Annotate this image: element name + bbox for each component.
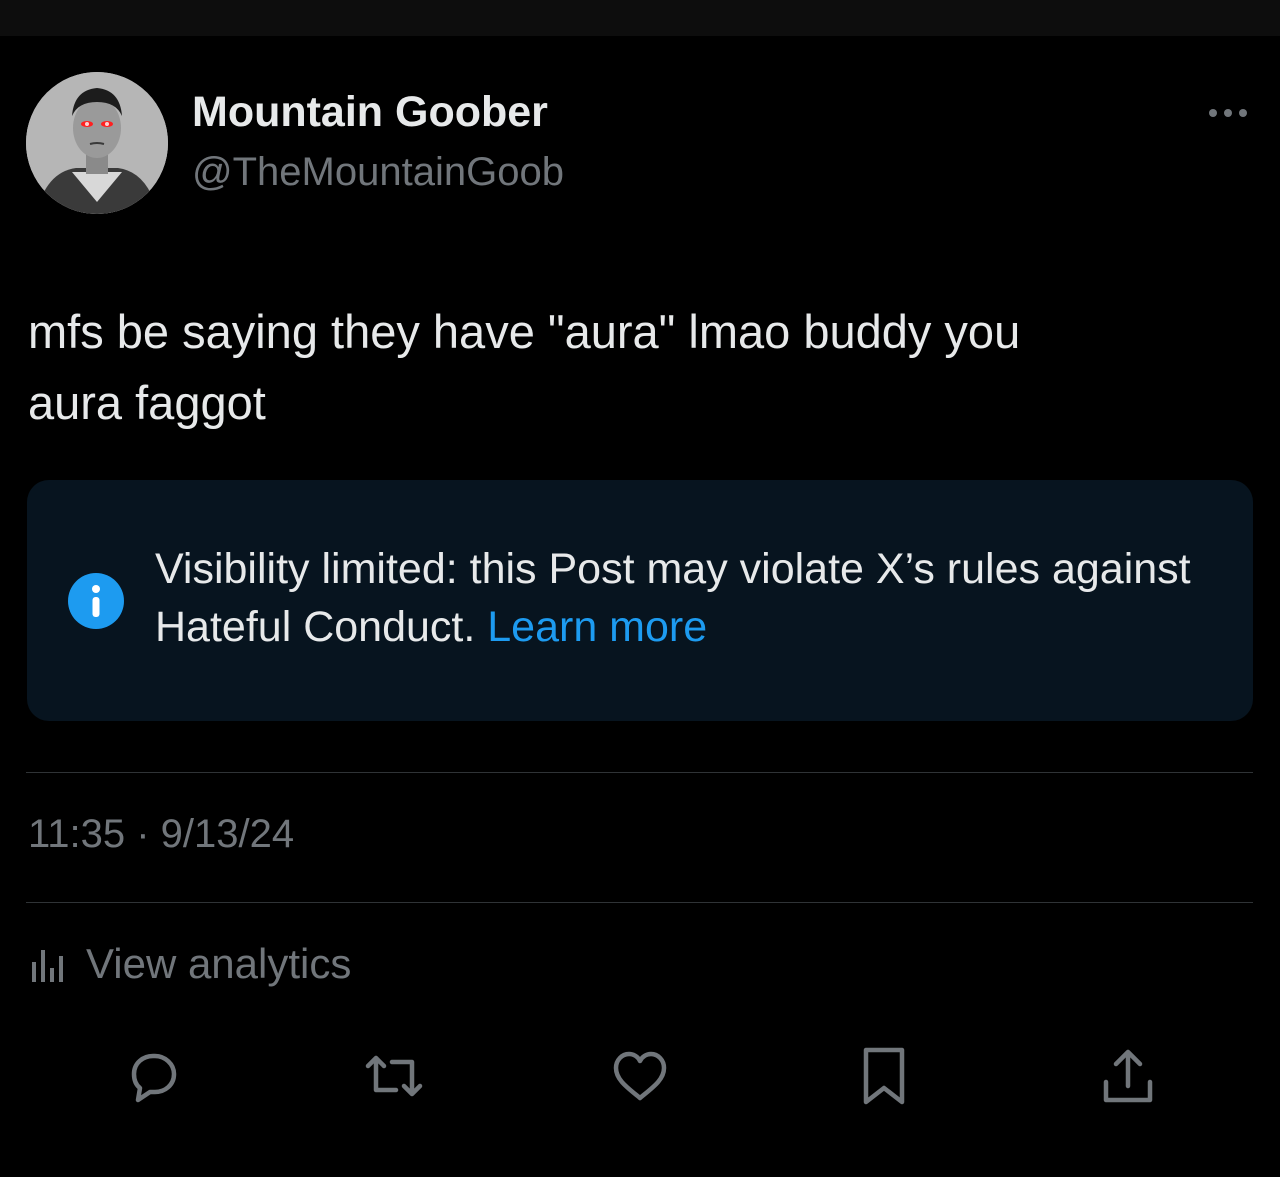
view-analytics-label: View analytics [86,940,352,987]
divider [26,902,1253,903]
bookmark-button[interactable] [852,1044,916,1108]
author-handle[interactable]: @TheMountainGoob [192,150,564,195]
bar-chart-icon [32,950,63,982]
repost-button[interactable] [362,1044,426,1108]
repost-icon [365,1055,423,1097]
like-button[interactable] [608,1044,672,1108]
post-text-line: aura faggot [28,376,266,429]
post-timestamp[interactable]: 11:35 · 9/13/24 [28,812,294,857]
status-bar [0,0,1280,36]
like-icon [613,1051,667,1101]
share-button[interactable] [1096,1044,1160,1108]
avatar[interactable] [26,72,168,214]
visibility-notice: Visibility limited: this Post may violat… [27,480,1253,721]
more-options-icon[interactable] [1204,100,1252,126]
reply-button[interactable] [120,1044,184,1108]
bookmark-icon [863,1047,905,1105]
post-text: mfs be saying they have "aura" lmao budd… [28,296,1228,438]
info-icon [67,572,125,630]
learn-more-link[interactable]: Learn more [487,603,707,651]
view-analytics-link[interactable]: View analytics [28,938,351,990]
post-text-line: mfs be saying they have "aura" lmao budd… [28,305,1021,358]
divider [26,772,1253,773]
reply-icon [131,1053,177,1103]
share-icon [1103,1049,1153,1103]
author-display-name[interactable]: Mountain Goober [192,88,548,137]
notice-text: Visibility limited: this Post may violat… [155,540,1215,656]
